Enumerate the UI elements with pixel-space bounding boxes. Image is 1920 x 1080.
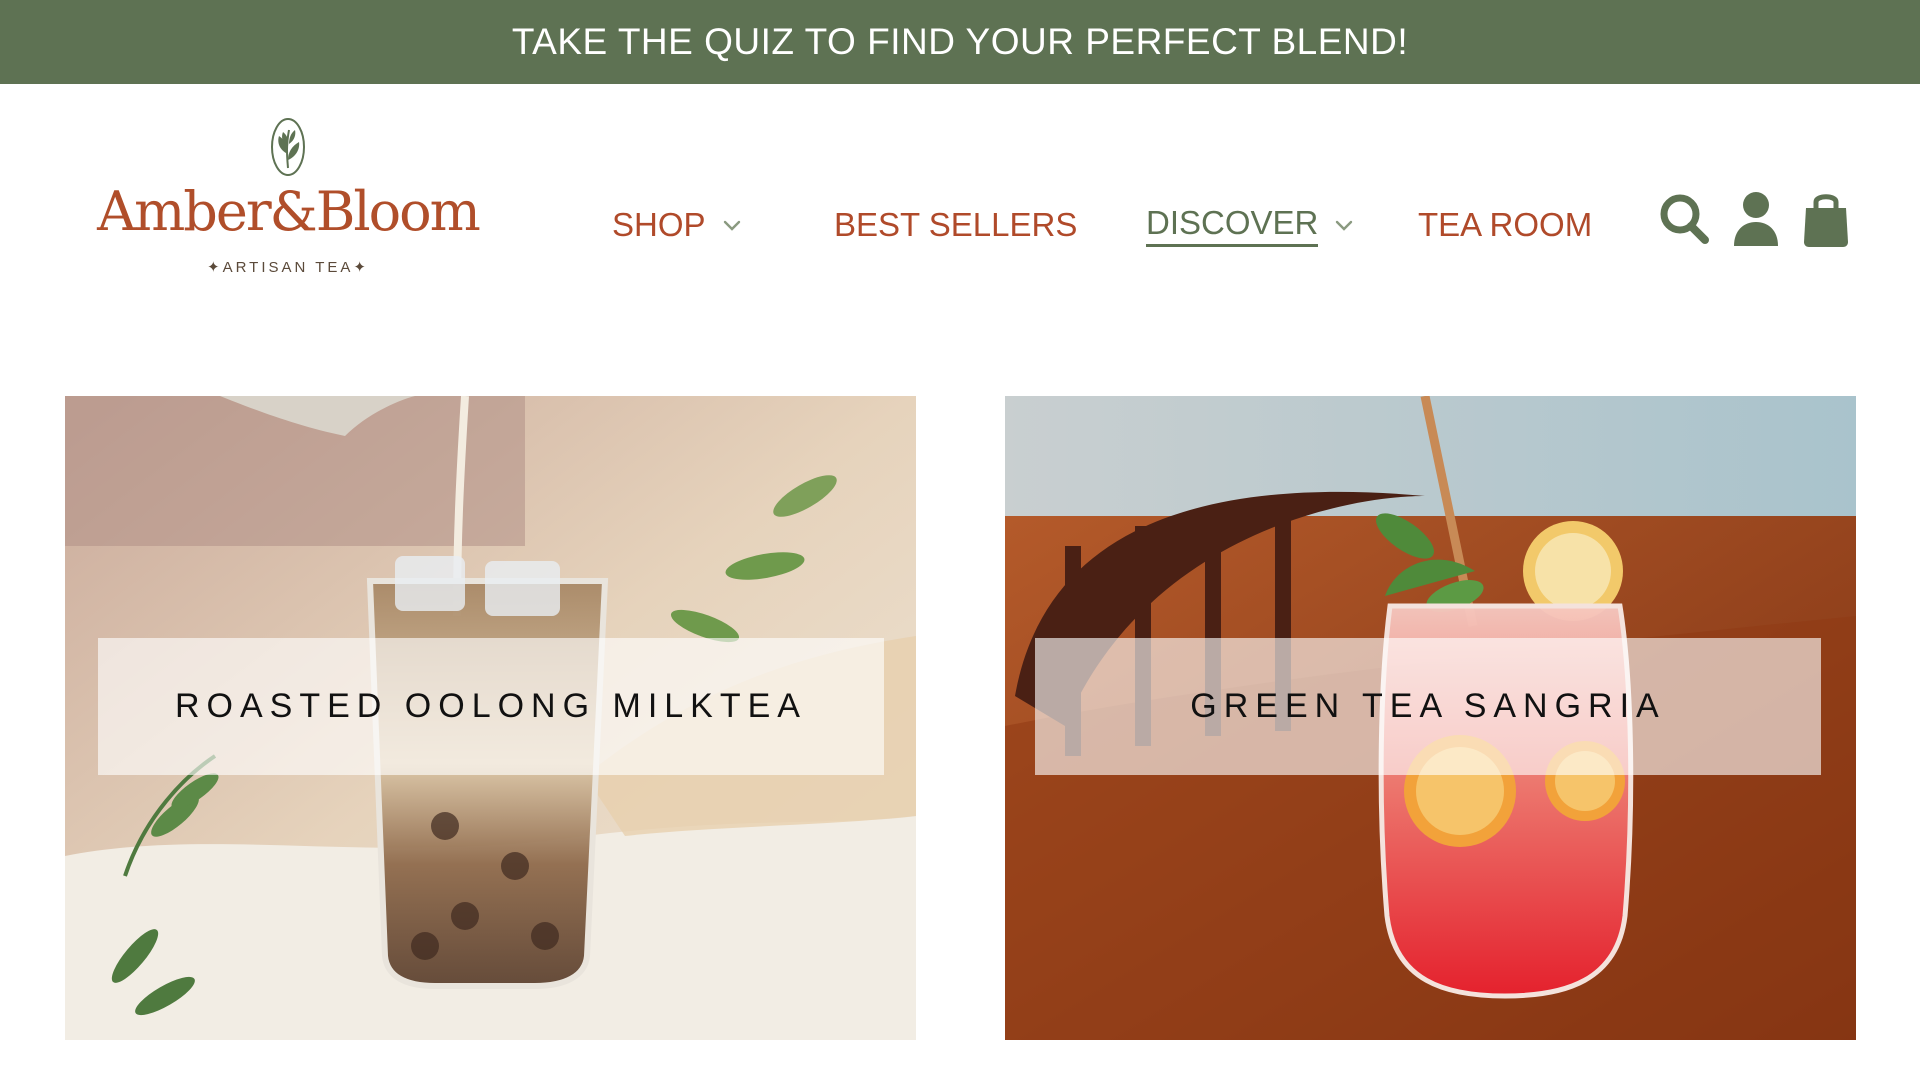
recipe-card-overlay: GREEN TEA SANGRIA <box>1035 638 1821 775</box>
recipe-card-green-tea-sangria[interactable]: GREEN TEA SANGRIA <box>1005 396 1856 1040</box>
chevron-down-icon <box>1336 220 1353 231</box>
nav-shop[interactable]: SHOP <box>612 200 742 250</box>
nav-best-sellers[interactable]: BEST SELLERS <box>834 200 1077 250</box>
search-icon <box>1660 194 1709 244</box>
nav-best-sellers-label: BEST SELLERS <box>834 206 1078 243</box>
nav-tea-room[interactable]: TEA ROOM <box>1418 200 1592 250</box>
site-header: Amber&Bloom ✦ARTISAN TEA✦ SHOP BEST SELL… <box>0 84 1920 304</box>
nav-discover-label: DISCOVER <box>1146 204 1319 247</box>
shopping-bag-icon <box>1804 194 1848 247</box>
search-button[interactable] <box>1656 188 1712 248</box>
account-icon <box>1734 192 1778 246</box>
featured-recipes: ROASTED OOLONG MILKTEA GREEN TEA SANGRIA <box>0 396 1920 1040</box>
main-nav: SHOP BEST SELLERS DISCOVER TEA ROOM <box>0 84 1920 304</box>
nav-tea-room-label: TEA ROOM <box>1418 206 1593 243</box>
nav-discover[interactable]: DISCOVER <box>1146 200 1354 250</box>
recipe-card-oolong-milktea[interactable]: ROASTED OOLONG MILKTEA <box>65 396 916 1040</box>
account-button[interactable] <box>1728 188 1784 248</box>
cart-button[interactable] <box>1798 188 1854 248</box>
chevron-down-icon <box>723 220 740 231</box>
announcement-bar[interactable]: TAKE THE QUIZ TO FIND YOUR PERFECT BLEND… <box>0 0 1920 84</box>
nav-shop-label: SHOP <box>612 206 706 243</box>
quiz-link[interactable]: TAKE THE QUIZ TO FIND YOUR PERFECT BLEND… <box>512 21 1408 63</box>
recipe-card-title: ROASTED OOLONG MILKTEA <box>175 687 807 725</box>
recipe-card-title: GREEN TEA SANGRIA <box>1190 687 1666 725</box>
recipe-card-overlay: ROASTED OOLONG MILKTEA <box>98 638 884 775</box>
